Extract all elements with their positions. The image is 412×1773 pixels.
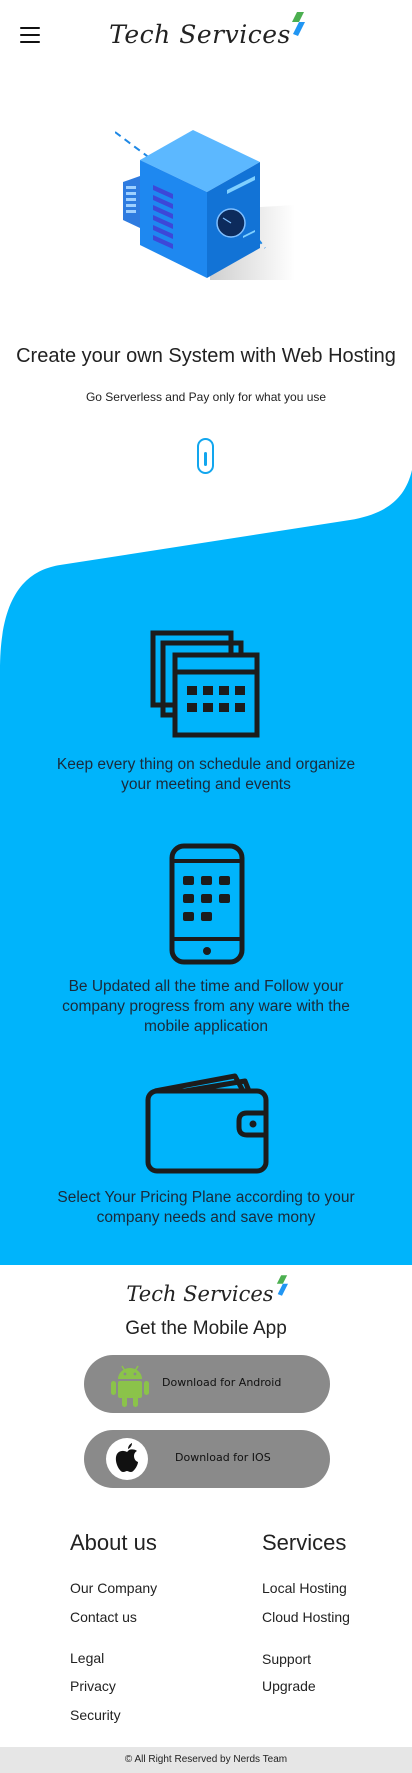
download-ios-button[interactable]: Download for IOS bbox=[84, 1430, 330, 1488]
footer-link-privacy[interactable]: Privacy bbox=[70, 1678, 116, 1694]
calendar-icon bbox=[150, 630, 260, 738]
android-icon bbox=[111, 1365, 149, 1407]
brand-name: Tech Services bbox=[109, 20, 291, 49]
download-android-button[interactable]: Download for Android bbox=[84, 1355, 330, 1413]
brand-mark-icon bbox=[291, 12, 305, 36]
footer-link-support[interactable]: Support bbox=[262, 1651, 311, 1667]
footer-brand-name: Tech Services bbox=[126, 1282, 274, 1306]
apple-icon-circle bbox=[106, 1438, 148, 1480]
about-us-heading: About us bbox=[70, 1530, 157, 1555]
footer-brand-logo[interactable]: Tech Services bbox=[0, 1275, 412, 1306]
feature-pricing-text: Select Your Pricing Plane according to y… bbox=[57, 1189, 355, 1226]
scroll-down-indicator[interactable] bbox=[197, 438, 214, 474]
hero-title: Create your own System with Web Hosting bbox=[16, 345, 396, 367]
ios-button-label: Download for IOS bbox=[175, 1451, 271, 1464]
copyright-bar: © All Right Reserved by Nerds Team bbox=[0, 1747, 412, 1773]
footer-link-security[interactable]: Security bbox=[70, 1707, 121, 1723]
footer-link-our-company[interactable]: Our Company bbox=[70, 1580, 157, 1596]
footer-link-cloud-hosting[interactable]: Cloud Hosting bbox=[262, 1609, 350, 1625]
footer-link-contact-us[interactable]: Contact us bbox=[70, 1609, 137, 1625]
feature-pricing bbox=[0, 1073, 412, 1175]
smartphone-icon bbox=[169, 843, 245, 965]
get-app-heading: Get the Mobile App bbox=[125, 1318, 287, 1339]
android-button-label: Download for Android bbox=[162, 1376, 282, 1389]
wallet-icon bbox=[145, 1073, 269, 1174]
feature-mobile bbox=[0, 843, 412, 965]
footer-link-local-hosting[interactable]: Local Hosting bbox=[262, 1580, 347, 1596]
services-heading: Services bbox=[262, 1530, 347, 1555]
footer-link-legal[interactable]: Legal bbox=[70, 1650, 104, 1666]
brand-mark-icon bbox=[276, 1275, 288, 1296]
feature-mobile-text: Be Updated all the time and Follow your … bbox=[62, 978, 350, 1035]
apple-icon bbox=[115, 1443, 138, 1472]
header: Tech Services bbox=[0, 0, 412, 70]
server-illustration-icon bbox=[115, 130, 295, 280]
feature-schedule-text: Keep every thing on schedule and organiz… bbox=[56, 756, 356, 793]
hero-subtitle: Go Serverless and Pay only for what you … bbox=[85, 390, 327, 404]
brand-logo[interactable]: Tech Services bbox=[0, 12, 412, 49]
footer-link-upgrade[interactable]: Upgrade bbox=[262, 1678, 316, 1694]
